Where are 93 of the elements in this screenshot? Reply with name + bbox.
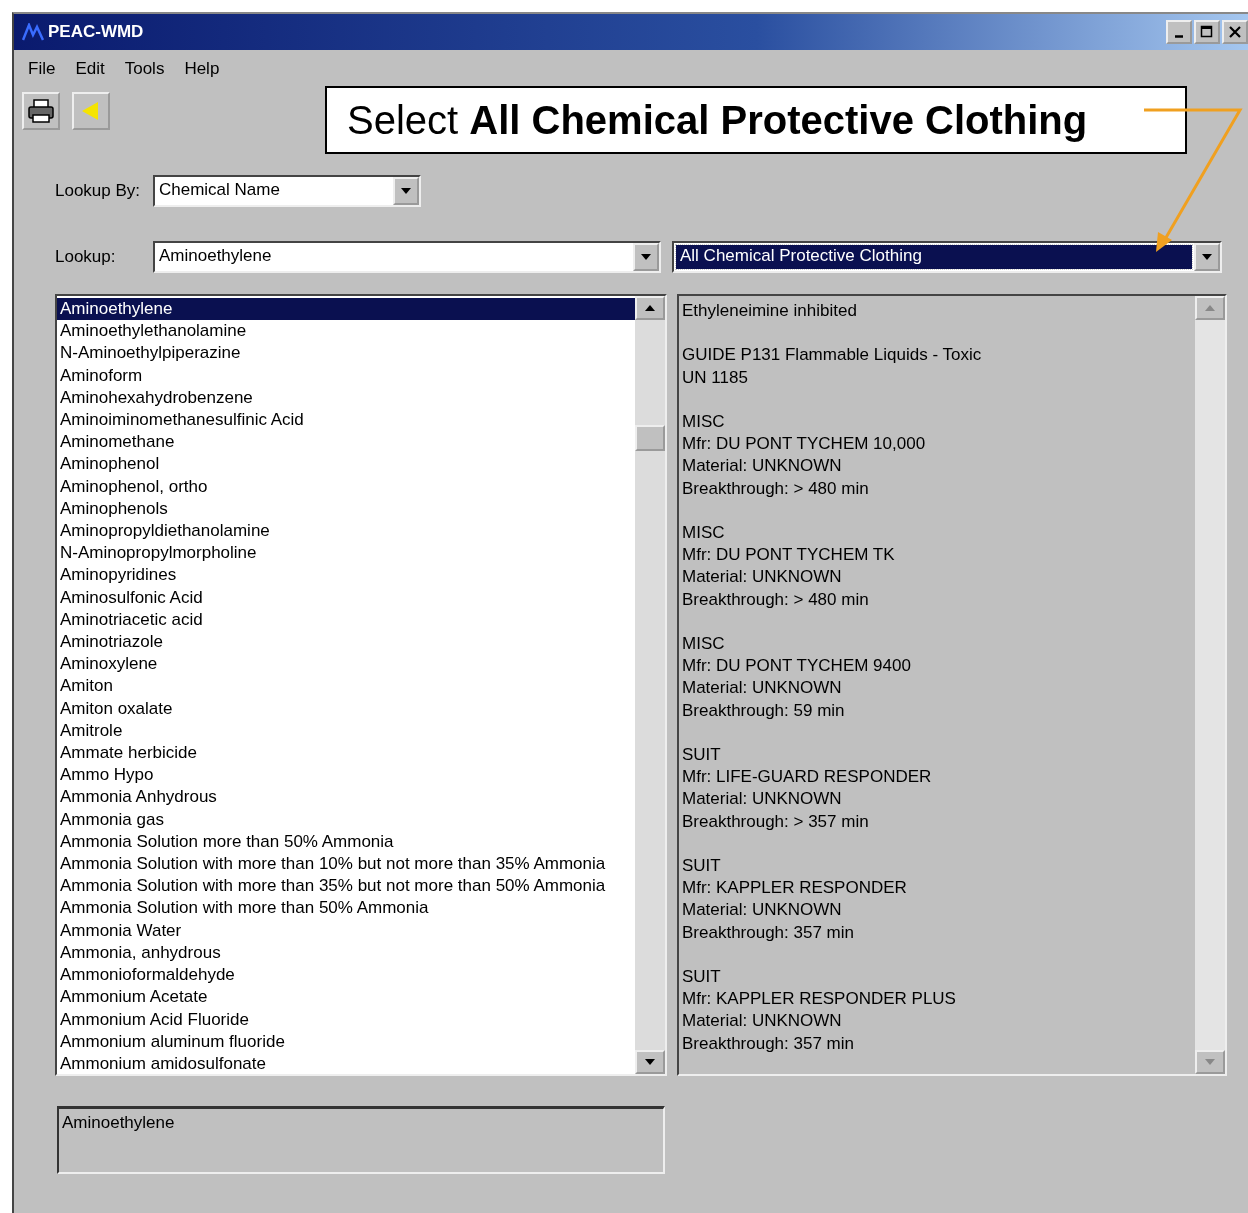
category-dropdown[interactable]: All Chemical Protective Clothing bbox=[672, 241, 1222, 273]
list-item[interactable]: Amiton oxalate bbox=[57, 697, 635, 720]
minimize-button[interactable] bbox=[1166, 20, 1192, 44]
detail-line: Ethyleneimine inhibited bbox=[682, 300, 858, 322]
detail-line: UN 1185 bbox=[682, 366, 749, 389]
detail-line: Mfr: KAPPLER RESPONDER bbox=[682, 877, 908, 900]
scrollbar[interactable] bbox=[635, 296, 665, 1074]
detail-line: Breakthrough: > 480 min bbox=[682, 477, 870, 500]
detail-line: Mfr: DU PONT TYCHEM TK bbox=[682, 544, 896, 567]
detail-line: SUIT bbox=[682, 966, 722, 988]
list-item[interactable]: Aminosulfonic Acid bbox=[57, 586, 635, 609]
detail-line: Material: UNKNOWN bbox=[682, 1010, 843, 1033]
selected-name-field[interactable]: Aminoethylene bbox=[57, 1106, 665, 1174]
list-item[interactable]: Ammonia Solution with more than 35% but not more than 50% Ammonia bbox=[57, 875, 635, 898]
minimize-icon bbox=[1175, 34, 1183, 38]
detail-line: MISC bbox=[682, 633, 726, 655]
maximize-button[interactable] bbox=[1194, 20, 1220, 44]
window-title: PEAC-WMD bbox=[48, 22, 144, 42]
close-button[interactable] bbox=[1222, 20, 1248, 44]
list-item[interactable]: Ammonia Solution more than 50% Ammonia bbox=[57, 830, 635, 854]
list-item[interactable]: Ammonia Water bbox=[57, 919, 635, 942]
list-item[interactable]: Ammo Hypo bbox=[57, 764, 635, 787]
list-item[interactable]: Aminohexahydrobenzene bbox=[57, 386, 635, 409]
list-item[interactable]: Ammonium Acetate bbox=[57, 986, 635, 1009]
list-item[interactable]: Aminopyridines bbox=[57, 564, 635, 587]
detail-line: Mfr: DU PONT TYCHEM 10,000 bbox=[682, 433, 927, 456]
menu-item[interactable]: File bbox=[28, 59, 56, 79]
list-item[interactable]: Aminoiminomethanesulfinic Acid bbox=[57, 409, 635, 432]
list-item[interactable]: Ammonia, anhydrous bbox=[57, 941, 635, 965]
detail-line: Mfr: KAPPLER RESPONDER PLUS bbox=[682, 988, 957, 1011]
list-item[interactable]: N-Aminopropylmorpholine bbox=[57, 542, 635, 565]
list-item[interactable]: Ammonioformaldehyde bbox=[57, 964, 635, 987]
list-item[interactable]: Aminotriazole bbox=[57, 631, 635, 654]
logo-icon bbox=[22, 23, 44, 41]
list-item[interactable]: Aminophenol, ortho bbox=[57, 475, 635, 498]
list-item[interactable]: Aminomethane bbox=[57, 431, 635, 454]
close-icon bbox=[1228, 25, 1242, 39]
menu-item[interactable]: Tools bbox=[124, 59, 165, 79]
down-arrow-icon bbox=[644, 1058, 656, 1066]
list-item[interactable]: Amitrole bbox=[57, 719, 635, 743]
list-item[interactable]: Aminoform bbox=[57, 364, 635, 387]
detail-line: SUIT bbox=[682, 855, 722, 877]
detail-line: Mfr: LIFE-GUARD RESPONDER bbox=[682, 766, 933, 789]
detail-line: Breakthrough: 357 min bbox=[682, 1032, 855, 1055]
detail-line: MISC bbox=[682, 522, 726, 544]
callout-text: Select All Chemical Protective Clothing bbox=[347, 97, 1088, 143]
list-item[interactable]: Ammonium aluminum fluoride bbox=[57, 1030, 635, 1053]
list-item[interactable]: Aminoethylene bbox=[57, 298, 635, 321]
detail-line: Material: UNKNOWN bbox=[682, 788, 843, 811]
list-item[interactable]: Ammonium Acid Fluoride bbox=[57, 1008, 635, 1031]
detail-line: Breakthrough: > 357 min bbox=[682, 810, 870, 833]
detail-line: Breakthrough: 59 min bbox=[682, 699, 846, 722]
caret-icon bbox=[640, 253, 652, 261]
list-item[interactable]: Aminophenol bbox=[57, 453, 635, 476]
list-item[interactable]: Aminoxylene bbox=[57, 653, 635, 676]
list-item[interactable]: Ammonia Solution with more than 10% but not more than 35% Ammonia bbox=[57, 853, 635, 876]
list-item[interactable]: Ammate herbicide bbox=[57, 742, 635, 765]
lookup-dropdown[interactable]: Aminoethylene bbox=[153, 241, 661, 273]
caret-icon bbox=[1201, 253, 1213, 261]
caret-icon bbox=[400, 187, 412, 195]
printer-icon bbox=[27, 98, 55, 124]
detail-line: Material: UNKNOWN bbox=[682, 677, 843, 700]
list-item[interactable]: Aminopropyldiethanolamine bbox=[57, 520, 635, 543]
list-item[interactable]: Ammonia gas bbox=[57, 808, 635, 831]
scrollbar-thumb[interactable] bbox=[635, 425, 665, 451]
list-item[interactable]: Ammonium amidosulfonate bbox=[57, 1052, 635, 1074]
detail-line: Breakthrough: 357 min bbox=[682, 921, 855, 944]
menu-item[interactable]: Edit bbox=[75, 59, 105, 79]
detail-line: SUIT bbox=[682, 744, 722, 766]
detail-line: Material: UNKNOWN bbox=[682, 566, 843, 589]
scrollbar[interactable] bbox=[1195, 296, 1225, 1074]
list-item[interactable]: N-Aminoethylpiperazine bbox=[57, 342, 635, 365]
lookup-by-label: Lookup By: bbox=[55, 181, 142, 201]
print-button[interactable] bbox=[22, 92, 60, 130]
list-item[interactable]: Aminotriacetic acid bbox=[57, 608, 635, 632]
list-item[interactable]: Aminoethylethanolamine bbox=[57, 320, 635, 343]
lookup-by-dropdown[interactable]: Chemical Name bbox=[153, 175, 421, 207]
detail-line: GUIDE P131 Flammable Liquids - Toxic bbox=[682, 344, 983, 367]
up-arrow-icon bbox=[1204, 304, 1216, 312]
detail-line: MISC bbox=[682, 411, 726, 433]
maximize-icon bbox=[1200, 25, 1214, 39]
detail-line: Breakthrough: > 480 min bbox=[682, 588, 870, 611]
list-item[interactable]: Amiton bbox=[57, 675, 635, 698]
list-item[interactable]: Ammonia Solution with more than 50% Ammonia bbox=[57, 897, 635, 920]
detail-line: Material: UNKNOWN bbox=[682, 455, 843, 478]
lookup-label: Lookup: bbox=[55, 247, 117, 267]
down-arrow-icon bbox=[1204, 1058, 1216, 1066]
detail-line: Mfr: DU PONT TYCHEM 9400 bbox=[682, 655, 912, 678]
menu-item[interactable]: Help bbox=[184, 59, 220, 79]
detail-line: Material: UNKNOWN bbox=[682, 899, 843, 922]
up-arrow-icon bbox=[644, 304, 656, 312]
list-item[interactable]: Aminophenols bbox=[57, 497, 635, 521]
list-item[interactable]: Ammonia Anhydrous bbox=[57, 786, 635, 809]
